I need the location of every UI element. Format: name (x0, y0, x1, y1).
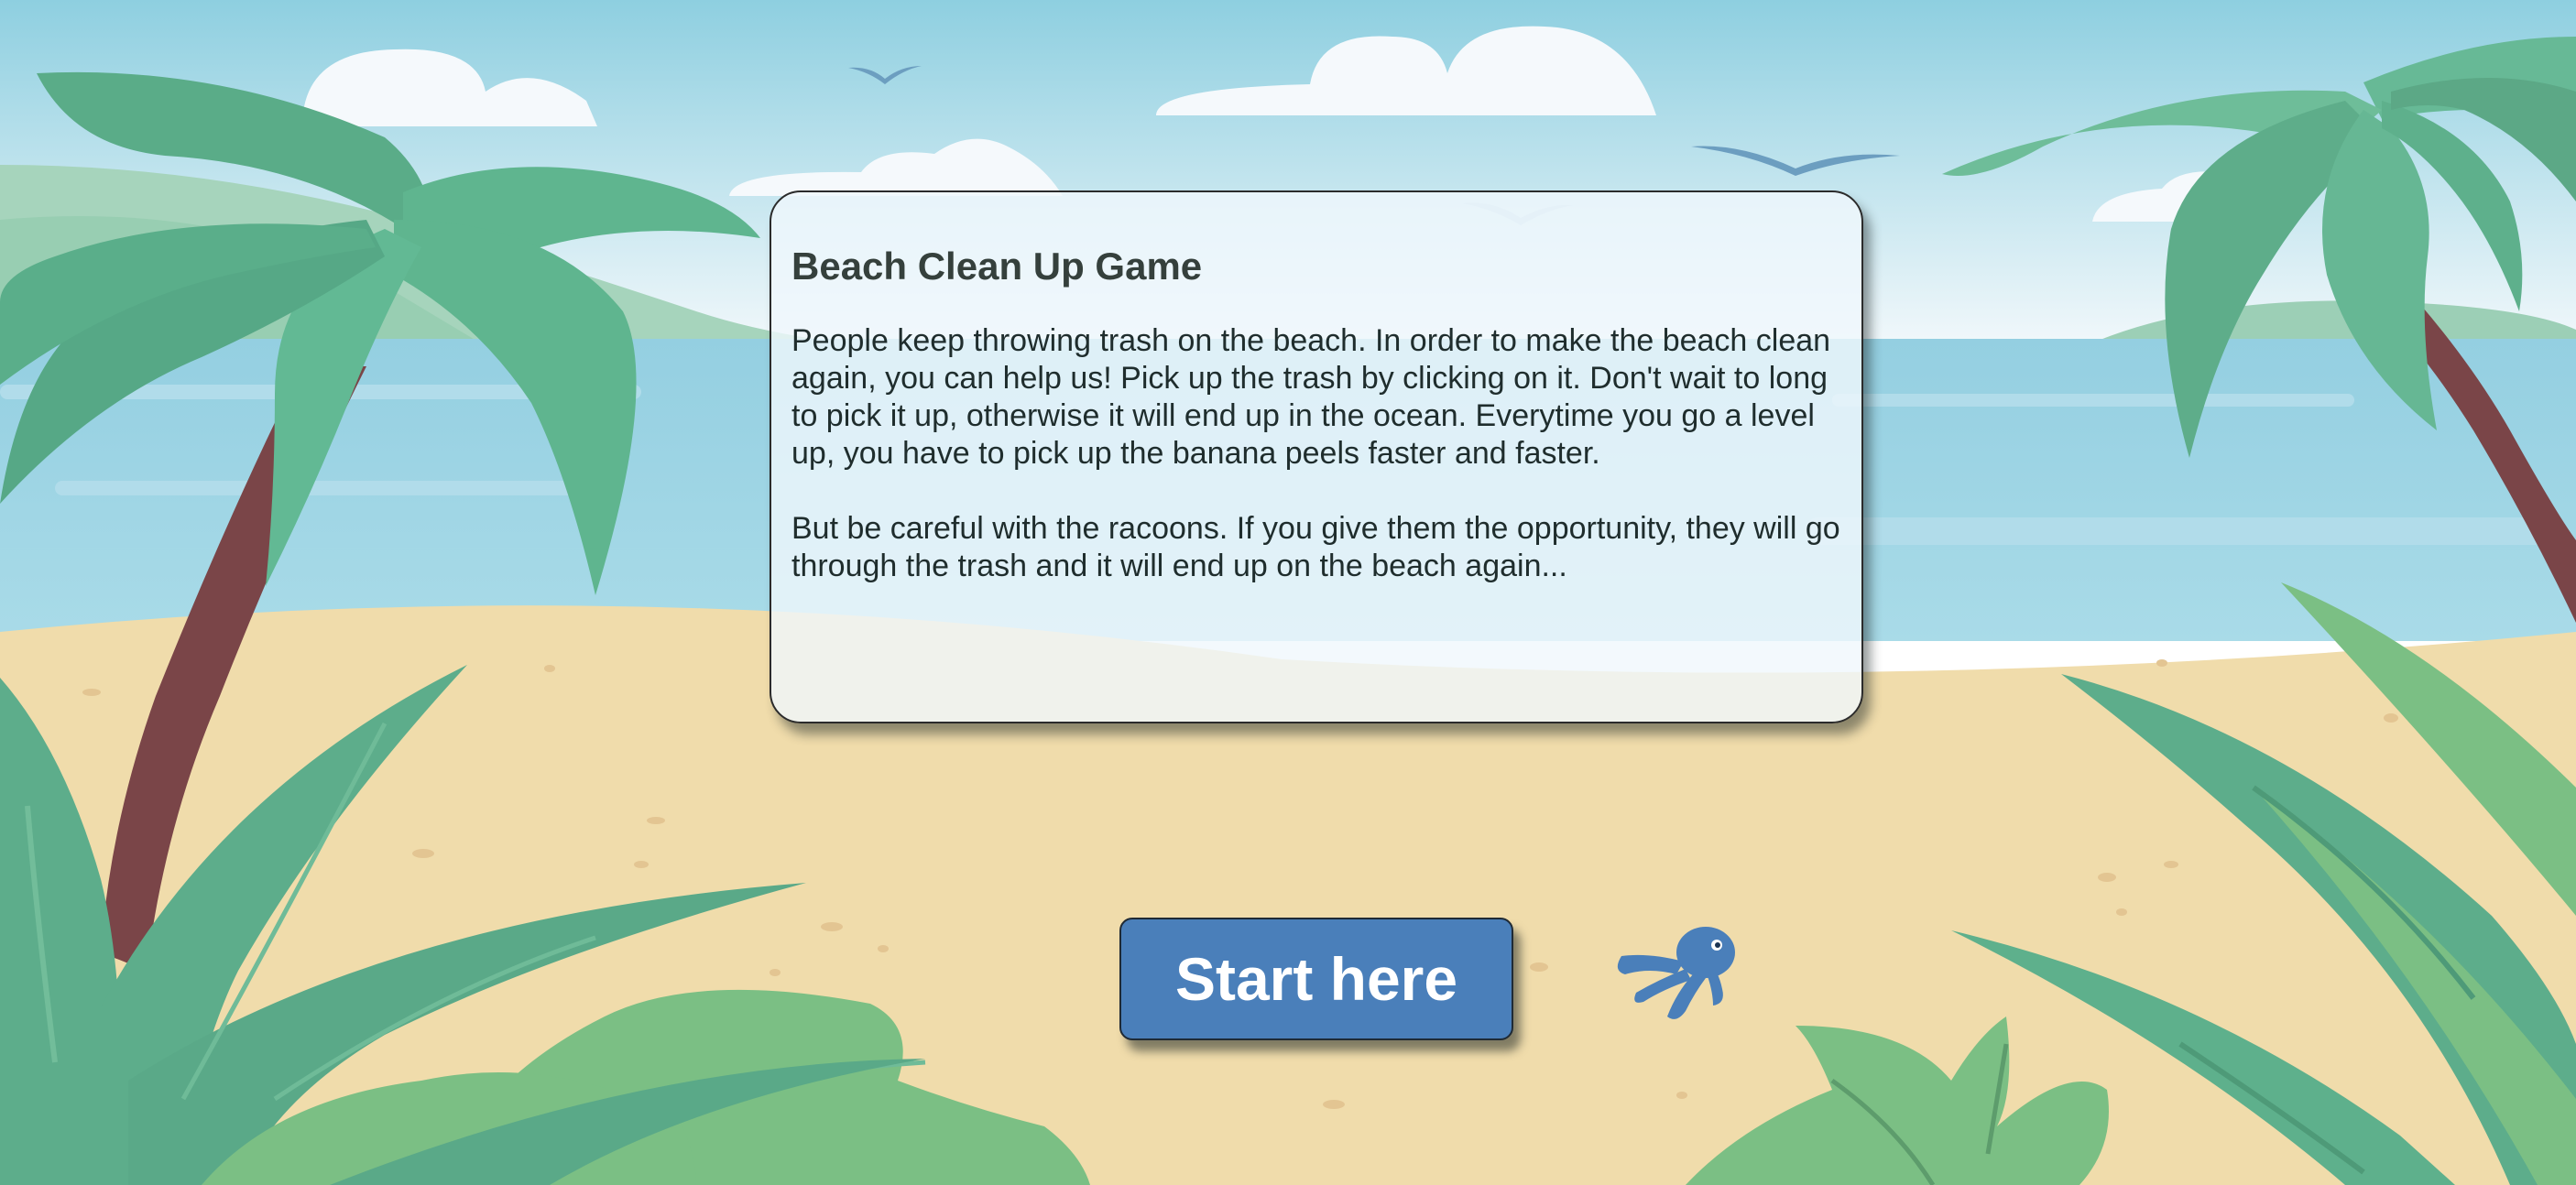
instructions-panel: Beach Clean Up Game People keep throwing… (770, 190, 1863, 723)
instructions-paragraph: People keep throwing trash on the beach.… (791, 323, 1831, 472)
beach-scene: Beach Clean Up Game People keep throwing… (0, 0, 2576, 1185)
start-button[interactable]: Start here (1119, 918, 1513, 1040)
game-title: Beach Clean Up Game (791, 245, 1203, 288)
warning-paragraph: But be careful with the racoons. If you … (791, 511, 1840, 584)
